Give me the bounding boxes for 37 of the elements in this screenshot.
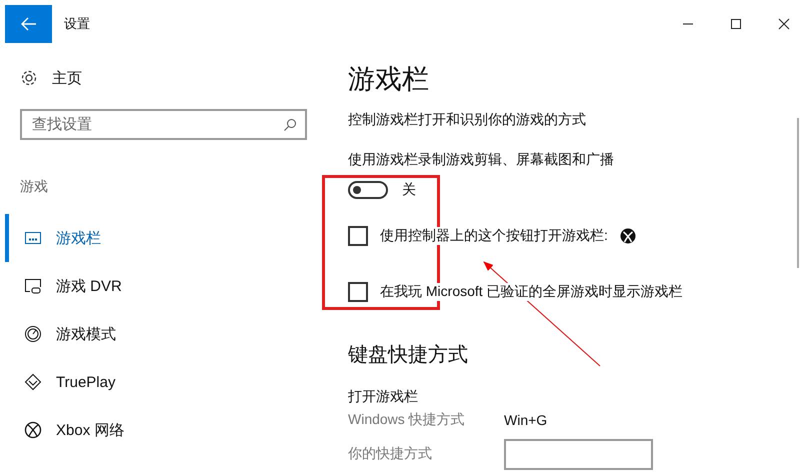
toggle-state: 关 <box>402 181 416 199</box>
scrollbar[interactable] <box>797 118 799 268</box>
toggle-switch[interactable] <box>348 181 388 199</box>
game-bar-icon <box>24 229 42 247</box>
checkbox-label: 使用控制器上的这个按钮打开游戏栏: <box>378 227 610 245</box>
sidebar-item[interactable]: 游戏模式 <box>5 310 320 358</box>
search-icon <box>283 118 297 132</box>
checkbox-label: 在我玩 Microsoft 已验证的全屏游戏时显示游戏栏 <box>378 283 685 301</box>
shortcut-label: Windows 快捷方式 <box>348 411 466 429</box>
close-icon <box>778 18 790 30</box>
back-arrow-icon <box>20 17 36 31</box>
shortcut-label: 你的快捷方式 <box>348 445 433 463</box>
page-description: 控制游戏栏打开和识别你的游戏的方式 <box>348 111 587 129</box>
sidebar-item[interactable]: 游戏 DVR <box>5 262 320 310</box>
checkbox[interactable] <box>348 282 368 302</box>
shield-icon <box>24 373 42 391</box>
sidebar-item[interactable]: TruePlay <box>5 358 320 406</box>
maximize-icon <box>730 18 742 30</box>
section-label: 游戏 <box>20 178 49 196</box>
window-title: 设置 <box>64 15 90 33</box>
home-link[interactable]: 主页 <box>52 68 82 88</box>
screen-controller-icon <box>24 277 42 295</box>
sidebar-item[interactable]: 游戏栏 <box>5 214 320 262</box>
xbox-icon <box>24 421 42 439</box>
sidebar-item[interactable]: Xbox 网络 <box>5 406 320 454</box>
page-title: 游戏栏 <box>348 63 430 96</box>
shortcut-value: Win+G <box>504 412 548 428</box>
gauge-icon <box>24 325 42 343</box>
xbox-icon <box>620 228 636 244</box>
settings-icon <box>20 69 38 87</box>
shortcut-field[interactable] <box>504 438 653 470</box>
section-title: 键盘快捷方式 <box>348 343 469 368</box>
checkbox[interactable] <box>348 226 368 246</box>
group-label: 打开游戏栏 <box>348 388 419 406</box>
setting-label: 使用游戏栏录制游戏剪辑、屏幕截图和广播 <box>348 151 615 169</box>
search-field[interactable]: 查找设置 <box>20 109 307 140</box>
back-button[interactable] <box>5 5 52 43</box>
